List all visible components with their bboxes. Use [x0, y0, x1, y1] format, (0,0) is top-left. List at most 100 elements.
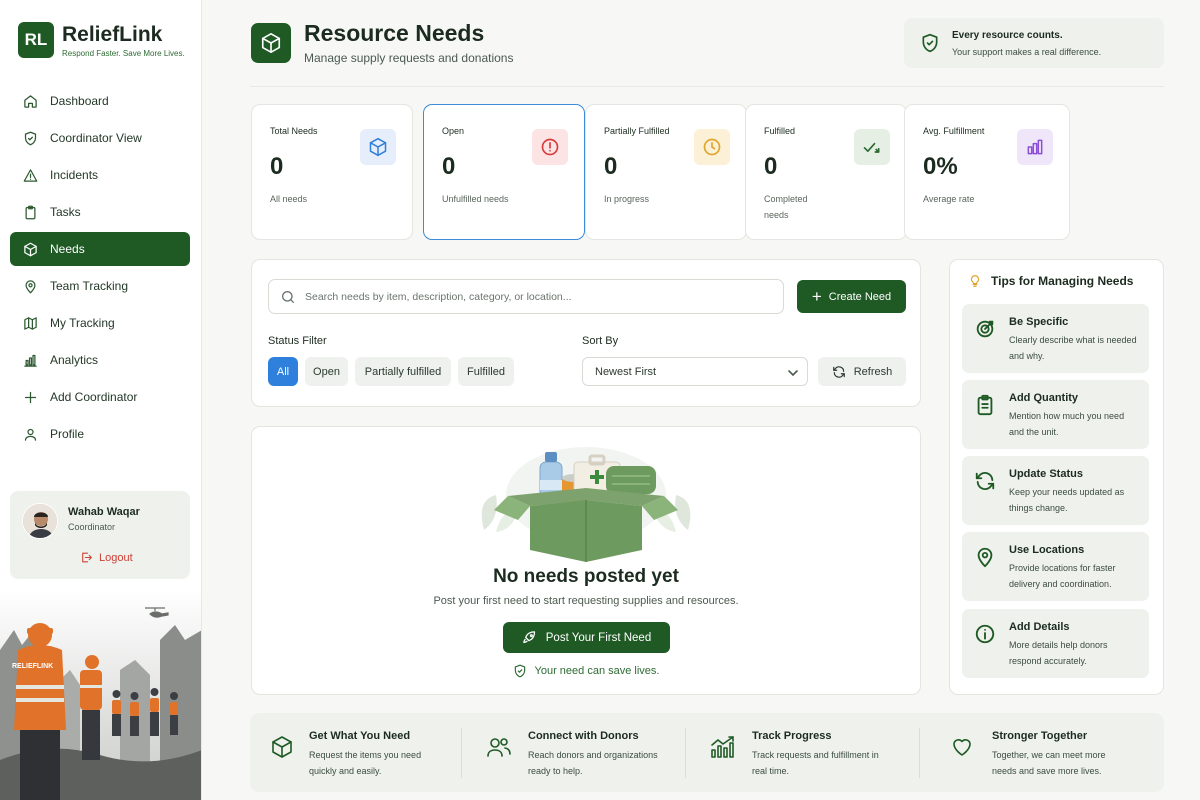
status-chip-all[interactable]: All: [268, 357, 298, 386]
sidebar-item-add-coordinator[interactable]: Add Coordinator: [10, 380, 190, 414]
feature-get-what-you-need: Get What You Need Request the items you …: [250, 713, 460, 792]
tip-text: Provide locations for faster delivery an…: [1009, 563, 1116, 589]
feature-title: Get What You Need: [309, 730, 411, 742]
page-title: Resource Needs: [304, 20, 485, 46]
sort-value: Newest First: [595, 365, 657, 378]
empty-box-illustration: [481, 447, 691, 562]
stat-card-avg-fulfillment[interactable]: Avg. Fulfillment 0% Average rate: [904, 104, 1070, 240]
feature-track-progress: Track Progress Track requests and fulfil…: [690, 713, 908, 792]
sidebar-nav: Dashboard Coordinator View Incidents Tas…: [10, 84, 190, 454]
sidebar-item-label: Coordinator View: [50, 131, 142, 145]
sidebar-item-label: Team Tracking: [50, 279, 129, 293]
tip-title: Update Status: [1009, 468, 1083, 480]
search-icon: [282, 290, 294, 303]
banner-title: Every resource counts.: [952, 30, 1063, 41]
sidebar-item-coordinator-view[interactable]: Coordinator View: [10, 121, 190, 155]
save-lives-text: Your need can save lives.: [534, 665, 660, 677]
tip-title: Add Details: [1009, 621, 1070, 633]
tip-text: Keep your needs updated as things change…: [1009, 487, 1125, 513]
features-footer: Get What You Need Request the items you …: [250, 713, 1164, 792]
stat-sub: In progress: [604, 194, 650, 204]
sort-by-label: Sort By: [582, 335, 619, 347]
home-icon: [22, 93, 38, 109]
sort-select[interactable]: Newest First: [582, 357, 808, 386]
stat-card-partially-fulfilled[interactable]: Partially Fulfilled 0 In progress: [585, 104, 747, 240]
page-icon: [251, 23, 291, 63]
sidebar-item-label: Dashboard: [50, 94, 109, 108]
search-box[interactable]: [268, 279, 784, 314]
rocket-icon: [523, 631, 535, 644]
sidebar-item-incidents[interactable]: Incidents: [10, 158, 190, 192]
sidebar-item-team-tracking[interactable]: Team Tracking: [10, 269, 190, 303]
status-chip-partially-fulfilled[interactable]: Partially fulfilled: [355, 357, 451, 386]
logout-label: Logout: [99, 551, 133, 564]
empty-state-subtitle: Post your first need to start requesting…: [433, 595, 739, 607]
sidebar-item-tasks[interactable]: Tasks: [10, 195, 190, 229]
location-pin-icon: [22, 278, 38, 294]
tip-card-add-details: Add Details More details help donors res…: [962, 609, 1149, 678]
sidebar-item-dashboard[interactable]: Dashboard: [10, 84, 190, 118]
status-chip-fulfilled[interactable]: Fulfilled: [458, 357, 514, 386]
bar-chart-icon: [22, 352, 38, 368]
heart-icon: [953, 739, 971, 756]
feature-divider: [685, 728, 686, 778]
sidebar-item-analytics[interactable]: Analytics: [10, 343, 190, 377]
stat-card-open[interactable]: Open 0 Unfulfilled needs: [423, 104, 585, 240]
plus-icon: [22, 389, 38, 405]
refresh-icon: [832, 365, 845, 378]
sidebar-item-label: Needs: [50, 242, 85, 256]
shield-check-icon: [514, 664, 525, 678]
hero-illustration: RELIEFLINK: [0, 590, 201, 800]
stat-sub: Completed needs: [764, 194, 808, 220]
stat-card-total-needs[interactable]: Total Needs 0 All needs: [251, 104, 413, 240]
alert-circle-icon: [532, 129, 568, 165]
search-input[interactable]: [305, 290, 755, 303]
feature-text: Request the items you need quickly and e…: [309, 750, 422, 776]
sidebar-item-label: Add Coordinator: [50, 390, 138, 404]
stat-label: Open: [442, 126, 465, 136]
check-trend-icon: [854, 129, 890, 165]
box-icon: [360, 129, 396, 165]
logout-button[interactable]: Logout: [80, 551, 133, 564]
refresh-icon: [975, 472, 995, 490]
tip-title: Be Specific: [1009, 316, 1069, 328]
brand-name: ReliefLink: [62, 22, 163, 46]
feature-text: Reach donors and organizations ready to …: [528, 750, 658, 776]
create-need-button[interactable]: + Create Need: [797, 280, 906, 313]
shield-check-icon: [22, 130, 38, 146]
refresh-button[interactable]: Refresh: [818, 357, 906, 386]
refresh-label: Refresh: [853, 365, 893, 378]
save-lives-note: Your need can save lives.: [251, 664, 921, 678]
sidebar-item-my-tracking[interactable]: My Tracking: [10, 306, 190, 340]
tip-card-update-status: Update Status Keep your needs updated as…: [962, 456, 1149, 525]
tips-title: Tips for Managing Needs: [968, 273, 1133, 289]
location-pin-icon: [977, 547, 993, 568]
warning-icon: [22, 167, 38, 183]
stat-value: 0%: [923, 153, 958, 180]
feature-divider: [461, 728, 462, 778]
tip-card-add-quantity: Add Quantity Mention how much you need a…: [962, 380, 1149, 449]
motivation-banner: Every resource counts. Your support make…: [904, 18, 1164, 68]
feature-divider: [919, 728, 920, 778]
stat-card-fulfilled[interactable]: Fulfilled 0 Completed needs: [745, 104, 907, 240]
status-chip-open[interactable]: Open: [305, 357, 348, 386]
stat-label: Fulfilled: [764, 126, 796, 136]
banner-text: Your support makes a real difference.: [952, 47, 1102, 57]
tip-text: More details help donors respond accurat…: [1009, 640, 1108, 666]
status-filter-label: Status Filter: [268, 335, 327, 347]
box-icon: [272, 736, 292, 758]
sidebar-item-profile[interactable]: Profile: [10, 417, 190, 451]
chevron-down-icon: [788, 370, 798, 377]
sidebar-item-needs[interactable]: Needs: [10, 232, 190, 266]
stat-value: 0: [442, 153, 456, 180]
brand-tagline: Respond Faster. Save More Lives.: [62, 48, 185, 58]
target-icon: [976, 320, 994, 338]
avatar[interactable]: [22, 503, 58, 539]
post-first-need-label: Post Your First Need: [545, 631, 652, 644]
post-first-need-button[interactable]: Post Your First Need: [503, 622, 670, 653]
brand[interactable]: RL ReliefLink Respond Faster. Save More …: [18, 22, 185, 58]
tip-text: Mention how much you need and the unit.: [1009, 411, 1125, 437]
page-subtitle: Manage supply requests and donations: [304, 51, 514, 65]
feature-title: Stronger Together: [992, 730, 1088, 742]
stat-label: Partially Fulfilled: [604, 126, 670, 136]
